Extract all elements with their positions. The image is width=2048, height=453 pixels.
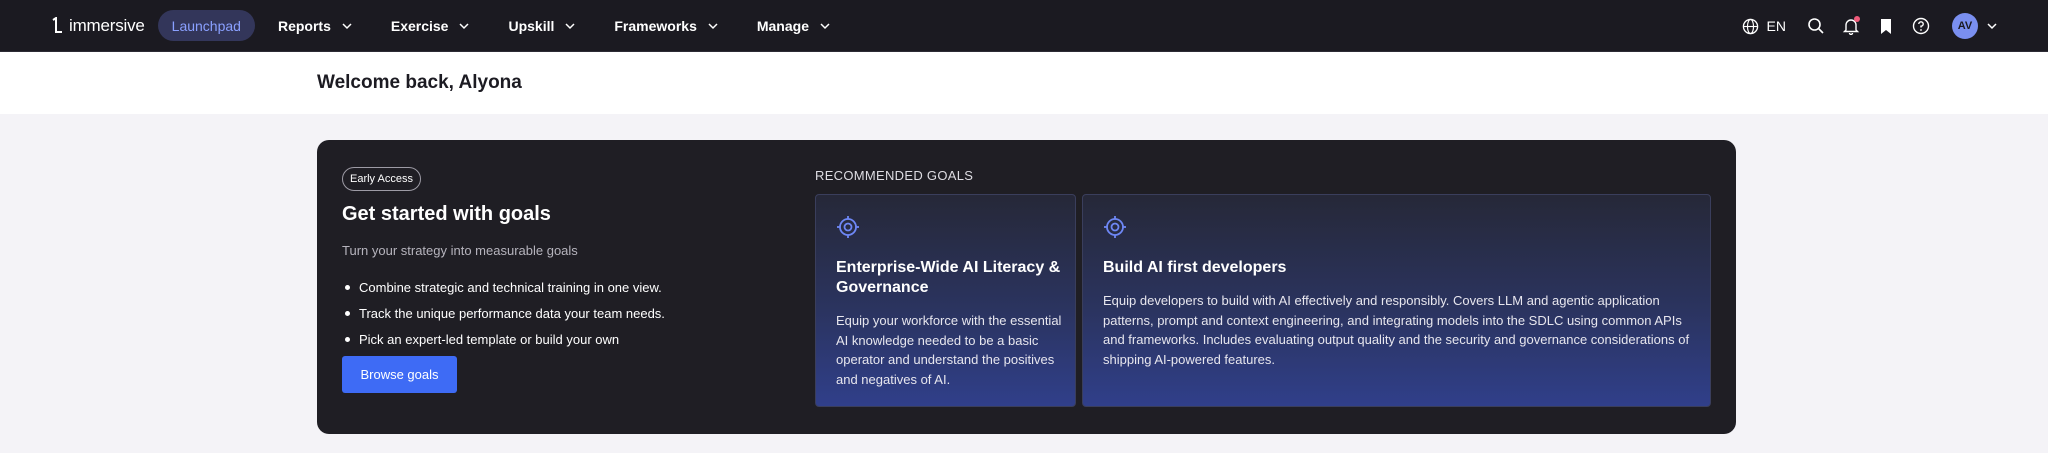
- logo-mark-icon: [52, 16, 62, 33]
- chevron-down-icon: [708, 22, 718, 29]
- recommended-goal-title: Build AI first developers: [1103, 259, 1287, 276]
- avatar[interactable]: AV: [1952, 13, 1978, 39]
- notifications-button[interactable]: [1841, 16, 1861, 36]
- browse-goals-button[interactable]: Browse goals: [342, 356, 457, 393]
- nav-item-frameworks[interactable]: Frameworks: [600, 10, 732, 41]
- target-icon: [837, 216, 859, 238]
- nav-item-reports[interactable]: Reports: [264, 10, 367, 41]
- nav-item-label: Exercise: [390, 17, 449, 34]
- bookmark-icon: [1881, 18, 1891, 34]
- nav-item-label: Upskill: [508, 17, 555, 34]
- immersive-logo[interactable]: immersive: [50, 0, 145, 52]
- recommended-goal-description: Equip your workforce with the essential …: [836, 313, 1062, 387]
- goals-subtitle: Turn your strategy into measurable goals: [342, 243, 578, 258]
- recommended-goal-description: Equip developers to build with AI effect…: [1103, 293, 1690, 367]
- top-navigation: immersive Launchpad Reports Exercise Ups…: [0, 0, 2048, 52]
- nav-item-label: Reports: [277, 17, 331, 34]
- chevron-down-icon[interactable]: [1986, 20, 1998, 32]
- chevron-down-icon: [459, 22, 469, 29]
- logo-text: immersive: [69, 15, 145, 35]
- nav-item-label: Frameworks: [614, 17, 697, 34]
- early-access-badge: Early Access: [342, 167, 421, 191]
- notification-dot: [1854, 16, 1860, 22]
- bookmarks-button[interactable]: [1876, 16, 1896, 36]
- search-icon: [1808, 18, 1824, 34]
- list-item: Pick an expert-led template or build you…: [342, 326, 665, 352]
- list-item: Track the unique performance data your t…: [342, 300, 665, 326]
- goals-benefits-list: Combine strategic and technical training…: [342, 274, 665, 352]
- recommended-goal-title: Enterprise-Wide AI Literacy & Governance: [836, 259, 1061, 296]
- language-label: EN: [1766, 18, 1786, 34]
- chevron-down-icon: [820, 22, 830, 29]
- main-menu: Launchpad Reports Exercise Upskill Frame…: [157, 0, 855, 52]
- help-button[interactable]: [1911, 16, 1931, 36]
- nav-item-label: Manage: [756, 17, 809, 34]
- language-selector[interactable]: EN: [1742, 18, 1786, 35]
- list-item: Combine strategic and technical training…: [342, 274, 665, 300]
- goals-title: Get started with goals: [342, 203, 551, 225]
- nav-item-upskill[interactable]: Upskill: [494, 10, 590, 41]
- chevron-down-icon: [342, 22, 352, 29]
- recommended-goal-card[interactable]: Build AI first developers Equip develope…: [1082, 194, 1711, 407]
- goals-card: Early Access Get started with goals Turn…: [317, 140, 1736, 434]
- nav-item-launchpad[interactable]: Launchpad: [157, 10, 255, 41]
- recommended-goals-label: RECOMMENDED GOALS: [815, 168, 974, 183]
- chevron-down-icon: [565, 22, 575, 29]
- nav-utilities: EN AV: [1742, 0, 1998, 52]
- globe-icon: [1742, 18, 1758, 34]
- help-icon: [1912, 17, 1930, 35]
- target-icon: [1104, 216, 1126, 238]
- nav-item-exercise[interactable]: Exercise: [377, 10, 485, 41]
- nav-item-manage[interactable]: Manage: [743, 10, 845, 41]
- recommended-goal-card[interactable]: Enterprise-Wide AI Literacy & Governance…: [815, 194, 1076, 407]
- welcome-bar: Welcome back, Alyona: [0, 52, 2048, 114]
- page-title: Welcome back, Alyona: [317, 72, 522, 93]
- search-button[interactable]: [1806, 16, 1826, 36]
